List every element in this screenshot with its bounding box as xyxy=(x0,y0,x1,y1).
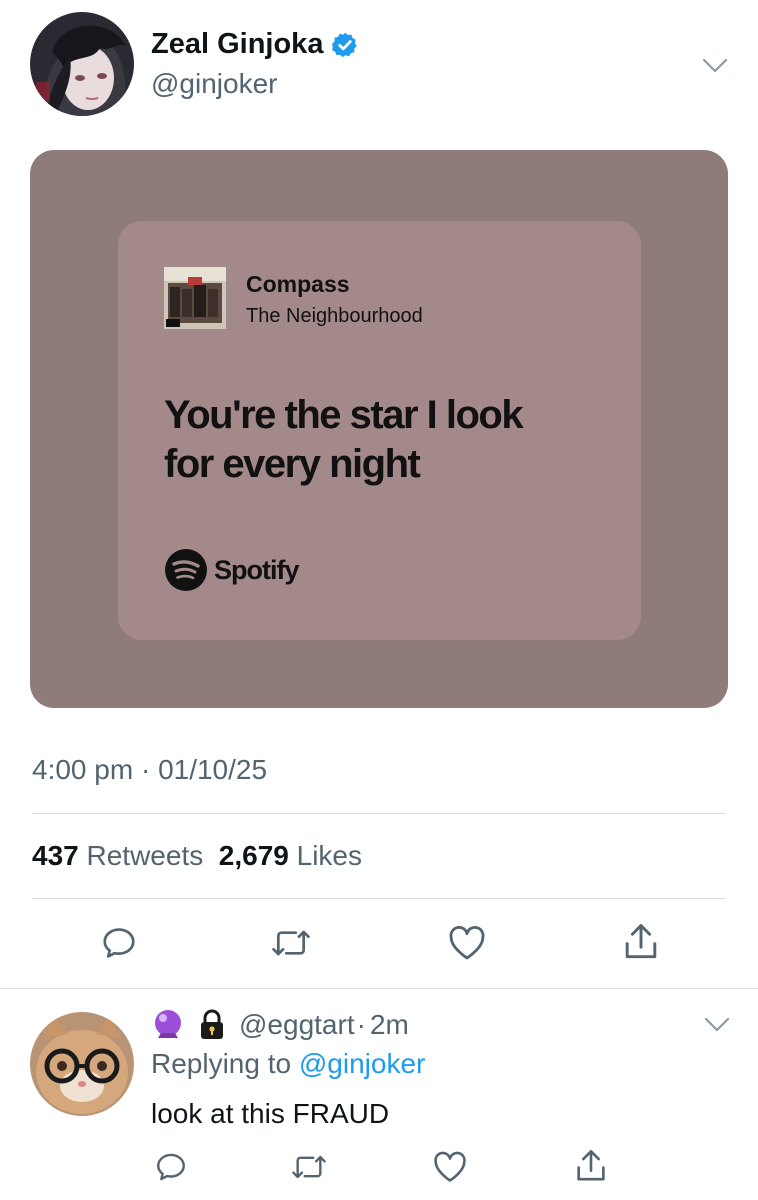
reply-handle[interactable]: @eggtart xyxy=(239,1009,355,1041)
reply-icon xyxy=(157,1153,185,1181)
divider xyxy=(0,988,758,989)
author-name[interactable]: Zeal Ginjoka xyxy=(151,28,359,61)
likes-count: 2,679 xyxy=(218,840,289,871)
like-icon xyxy=(434,1151,466,1182)
lyric-line-2: for every night xyxy=(164,442,421,486)
timestamp-separator: · xyxy=(140,754,159,785)
crystal-ball-icon xyxy=(155,1010,181,1038)
spotify-icon xyxy=(165,549,207,591)
retweet-button[interactable] xyxy=(270,924,312,962)
song-artist: The Neighbourhood xyxy=(246,305,423,327)
chevron-down-icon[interactable] xyxy=(704,1017,730,1033)
lyric-line-1: You're the star I look xyxy=(164,393,524,437)
author-handle[interactable]: @ginjoker xyxy=(151,68,277,100)
like-icon xyxy=(449,925,485,960)
song-title: Compass xyxy=(246,271,350,297)
retweets-stat[interactable]: 437 Retweets xyxy=(32,840,203,871)
share-icon xyxy=(625,924,657,959)
retweet-icon xyxy=(292,1155,326,1179)
lock-icon xyxy=(201,1009,223,1039)
likes-label: Likes xyxy=(296,840,363,871)
spotify-logo: Spotify xyxy=(164,548,299,592)
lyric-text: You're the star I look for every night xyxy=(164,391,594,489)
verified-badge-icon xyxy=(332,32,358,57)
share-button[interactable] xyxy=(574,1147,608,1185)
spotify-wordmark: Spotify xyxy=(214,554,299,585)
replying-to-mention[interactable]: @ginjoker xyxy=(299,1048,425,1079)
likes-stat[interactable]: 2,679 Likes xyxy=(219,840,362,871)
divider xyxy=(32,813,726,814)
retweets-label: Retweets xyxy=(86,840,204,871)
author-name-text: Zeal Ginjoka xyxy=(151,28,324,60)
tweet-stats: 437 Retweets 2,679 Likes xyxy=(32,840,362,872)
retweet-icon xyxy=(272,930,310,956)
share-icon xyxy=(577,1150,605,1181)
tweet-media-image[interactable]: Compass The Neighbourhood You're the sta… xyxy=(30,150,728,708)
album-art xyxy=(164,267,226,329)
like-button[interactable] xyxy=(447,924,487,962)
reply-author-avatar[interactable] xyxy=(30,1012,134,1116)
like-button[interactable] xyxy=(432,1150,468,1184)
reply-button[interactable] xyxy=(154,1150,188,1184)
share-button[interactable] xyxy=(622,921,660,963)
reply-time: 2m xyxy=(369,1009,409,1040)
chevron-down-icon[interactable] xyxy=(702,58,728,74)
retweets-count: 437 xyxy=(32,840,79,871)
tweet-detail-page: Zeal Ginjoka @ginjoker Compass The Neigh… xyxy=(0,0,758,1200)
tweet-timestamp[interactable]: 4:00 pm · 01/10/25 xyxy=(32,754,267,786)
replying-to: Replying to @ginjoker xyxy=(151,1048,425,1080)
retweet-button[interactable] xyxy=(290,1150,328,1184)
replying-to-label: Replying to xyxy=(151,1048,292,1079)
tweet-time: 4:00 pm xyxy=(32,754,134,785)
tweet-date: 01/10/25 xyxy=(158,754,268,785)
author-avatar[interactable] xyxy=(30,12,134,116)
reply-body: look at this FRAUD xyxy=(151,1098,390,1129)
reply-separator: · xyxy=(356,1009,366,1040)
divider xyxy=(32,898,726,899)
reply-header: @eggtart · 2m xyxy=(151,1008,409,1042)
reply-button[interactable] xyxy=(100,924,138,962)
spotify-lyric-card: Compass The Neighbourhood You're the sta… xyxy=(118,221,641,640)
reply-icon xyxy=(103,928,135,958)
